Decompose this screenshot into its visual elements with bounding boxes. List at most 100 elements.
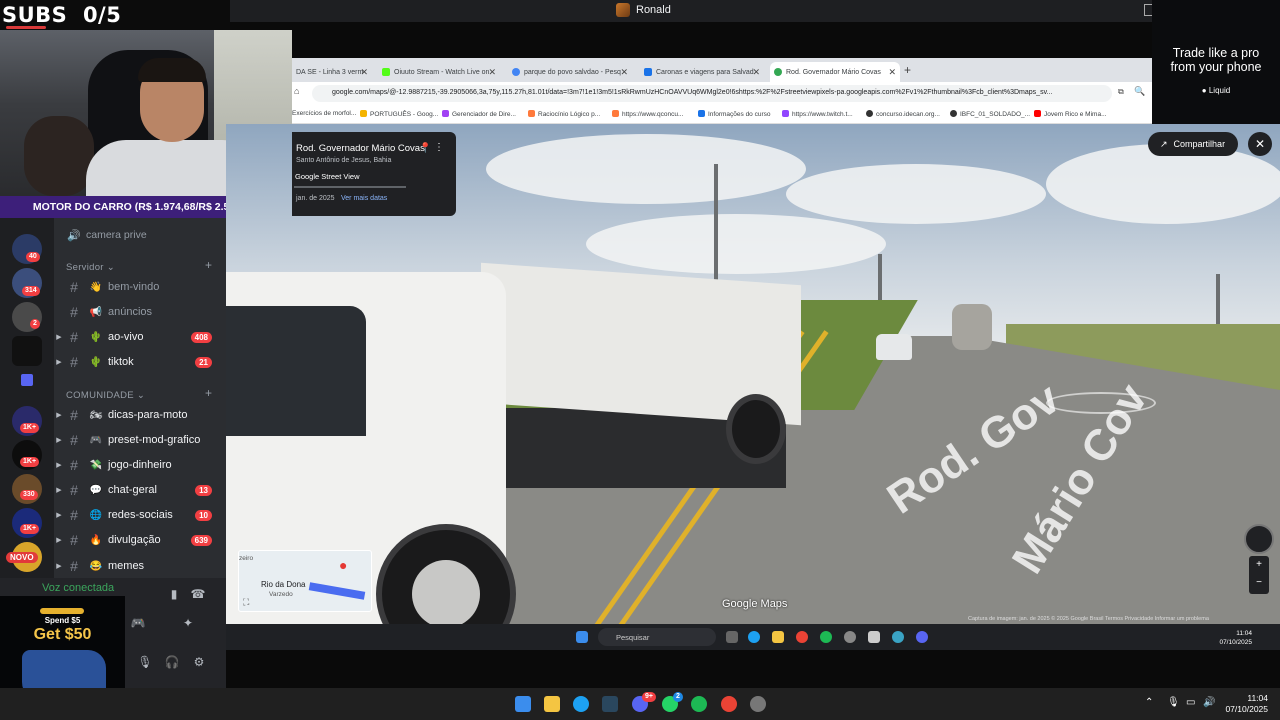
channel-ao-vivo[interactable]: ▶ # 🌵 ao-vivo 408 [54, 326, 226, 348]
url-field[interactable]: google.com/maps/@-12.9887215,-39.2905066… [312, 85, 1112, 102]
folder-icon[interactable] [772, 631, 784, 643]
chrome-icon[interactable] [721, 696, 737, 712]
add-channel-icon[interactable]: + [205, 258, 212, 272]
expand-map-icon[interactable]: ⛶ [243, 597, 249, 608]
settings-icon[interactable]: ⚙ [191, 654, 207, 670]
disconnect-icon[interactable]: ☎ [190, 586, 206, 602]
signal-icon[interactable]: ▮ [166, 586, 182, 602]
zoom-icon[interactable]: 🔍 [1134, 86, 1145, 97]
obs-icon[interactable] [750, 696, 766, 712]
mini-map[interactable]: ● zeiro Rio da Dona Varzedo ⛶ [238, 550, 372, 612]
microphone-icon[interactable]: 🎙 [137, 654, 153, 670]
folder-icon[interactable] [21, 374, 33, 386]
app-icon[interactable] [892, 631, 904, 643]
expand-icon[interactable]: ▶ [54, 358, 64, 366]
more-dates-link[interactable]: Ver mais datas [341, 195, 387, 202]
channel-bem-vindo[interactable]: # 👋 bem-vindo [54, 276, 226, 298]
channel-redes-sociais[interactable]: ▶ # 🌐 redes-sociais 10 [54, 504, 226, 526]
obs-icon[interactable] [844, 631, 856, 643]
bookmark[interactable]: Informações do curso [698, 110, 771, 118]
bookmark[interactable]: Jovem Rico e Mima... [1034, 110, 1107, 118]
browser-tab[interactable]: parque do povo salvdao - Pesq ✕ [508, 62, 632, 82]
spotify-icon[interactable] [691, 696, 707, 712]
browser-tab-active[interactable]: Rod. Governador Mário Covas ✕ [770, 62, 900, 82]
task-view-icon[interactable] [726, 631, 738, 643]
channel-name: redes-sociais [108, 509, 173, 521]
bookmark[interactable]: https://www.twitch.t... [782, 110, 853, 118]
channel-memes[interactable]: ▶ # 😂 memes [54, 555, 226, 577]
edge-icon[interactable] [748, 631, 760, 643]
category-servidor[interactable]: Servidor ⌄ [66, 262, 115, 273]
bookmark[interactable]: PORTUGUÊS - Goog... [360, 110, 438, 118]
liquid-ad[interactable]: Trade like a pro from your phone ● Liquid [1152, 0, 1280, 128]
taskbar-search[interactable]: Pesquisar [598, 628, 716, 646]
add-channel-icon[interactable]: + [205, 386, 212, 400]
bookmark[interactable]: Raciocínio Lógico p... [528, 110, 600, 118]
tray-chevron-icon[interactable]: ⌃ [1145, 697, 1153, 708]
volume-icon[interactable]: 🔊 [1203, 697, 1215, 708]
channel-divulgacao[interactable]: ▶ # 🔥 divulgação 639 [54, 529, 226, 551]
cast-icon[interactable]: ⧉ [1118, 87, 1124, 97]
channel-camera-prive[interactable]: 🔊 camera prive [54, 224, 226, 246]
close-tab-icon[interactable]: ✕ [888, 67, 896, 78]
windows-start-icon[interactable] [576, 631, 588, 643]
channel-emoji: 💸 [89, 459, 103, 471]
expand-icon[interactable]: ▶ [54, 562, 64, 570]
channel-anuncios[interactable]: # 📢 anúncios [54, 301, 226, 323]
bookmark[interactable]: Gerenciador de Dire... [442, 110, 516, 118]
zoom-in-icon[interactable]: + [1249, 556, 1269, 574]
location-pin-icon[interactable]: 📍 [419, 143, 431, 154]
browser-tab[interactable]: Caronas e viagens para Salvad ✕ [640, 62, 764, 82]
expand-icon[interactable]: ▶ [54, 411, 64, 419]
expand-icon[interactable]: ▶ [54, 511, 64, 519]
channel-dicas-para-moto[interactable]: ▶ # 🏍 dicas-para-moto [54, 404, 226, 426]
bookmark[interactable]: Exercícios de morfol... [292, 110, 356, 117]
category-comunidade[interactable]: COMUNIDADE ⌄ [66, 390, 145, 401]
zoom-out-icon[interactable]: − [1249, 574, 1269, 592]
channel-preset-mod-grafico[interactable]: ▶ # 🎮 preset-mod-grafico [54, 429, 226, 451]
new-tab-icon[interactable]: + [904, 63, 911, 77]
expand-icon[interactable]: ▶ [54, 333, 64, 341]
browser-tab[interactable]: DA SE - Linha 3 verm ✕ [292, 62, 372, 82]
bookmark[interactable]: concurso.idecan.org... [866, 110, 940, 118]
chrome-icon[interactable] [796, 631, 808, 643]
system-clock[interactable]: 11:04 07/10/2025 [1225, 693, 1268, 715]
close-tab-icon[interactable]: ✕ [752, 67, 760, 78]
expand-icon[interactable]: ▶ [54, 436, 64, 444]
channel-jogo-dinheiro[interactable]: ▶ # 💸 jogo-dinheiro [54, 454, 226, 476]
calculator-icon[interactable] [868, 631, 880, 643]
close-icon[interactable]: ✕ [1248, 132, 1272, 156]
tab-title: Oiuuto Stream - Watch Live on [394, 68, 490, 76]
server-icon[interactable] [12, 336, 42, 366]
activity-icon[interactable]: ✦ [180, 615, 196, 631]
wheel-hub [412, 560, 480, 624]
close-tab-icon[interactable]: ✕ [620, 67, 628, 78]
edge-icon[interactable] [573, 696, 589, 712]
browser-tab[interactable]: Oiuuto Stream - Watch Live on ✕ [378, 62, 500, 82]
network-icon[interactable]: ▭ [1186, 697, 1195, 708]
channel-chat-geral[interactable]: ▶ # 💬 chat-geral 13 [54, 479, 226, 501]
headphones-icon[interactable]: 🎧 [164, 654, 180, 670]
steam-icon[interactable] [602, 696, 618, 712]
close-tab-icon[interactable]: ✕ [360, 67, 368, 78]
expand-icon[interactable]: ▶ [54, 536, 64, 544]
share-button[interactable]: ↗ Compartilhar [1148, 132, 1238, 156]
spotify-icon[interactable] [820, 631, 832, 643]
expand-icon[interactable]: ▶ [54, 461, 64, 469]
home-icon[interactable]: ⌂ [294, 86, 299, 96]
game-icon[interactable]: 🎮 [130, 615, 146, 631]
compass-icon[interactable] [1244, 524, 1274, 554]
close-tab-icon[interactable]: ✕ [488, 67, 496, 78]
more-options-icon[interactable]: ⋮ [434, 142, 444, 153]
navigation-cursor[interactable] [1046, 392, 1156, 414]
bookmark[interactable]: IBFC_01_SOLDADO_... [950, 110, 1030, 118]
channel-tiktok[interactable]: ▶ # 🌵 tiktok 21 [54, 351, 226, 373]
expand-icon[interactable]: ▶ [54, 486, 64, 494]
channel-emoji: 📢 [89, 306, 103, 318]
mic-tray-icon[interactable]: 🎙 [1167, 697, 1180, 708]
windows-start-icon[interactable] [515, 696, 531, 712]
bookmark[interactable]: https://www.qconcu... [612, 110, 683, 118]
unread-count: 10 [195, 509, 212, 521]
discord-icon[interactable] [916, 631, 928, 643]
file-explorer-icon[interactable] [544, 696, 560, 712]
